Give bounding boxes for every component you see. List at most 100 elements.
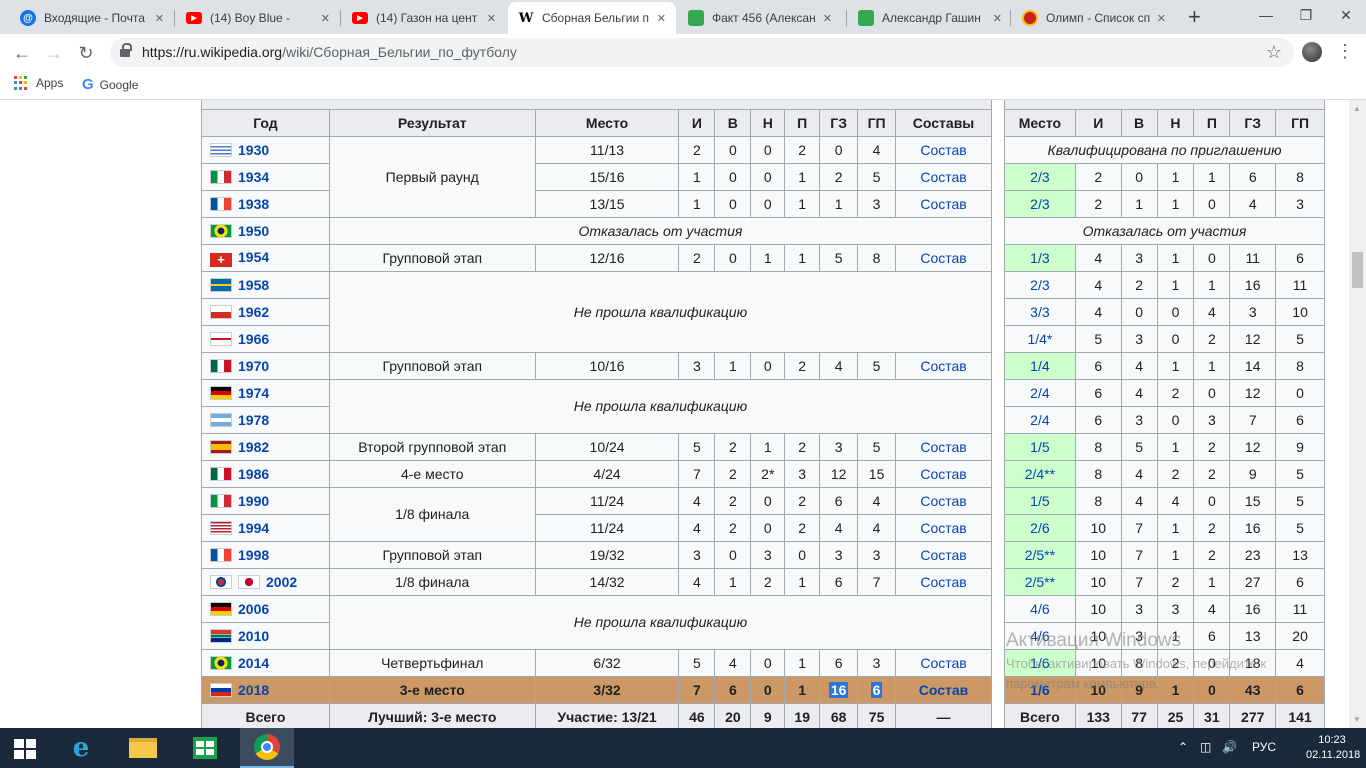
q-place-link[interactable]: 2/3 xyxy=(1030,169,1049,185)
q-place-link[interactable]: 2/5** xyxy=(1025,574,1055,590)
bookmark-apps[interactable]: Apps xyxy=(14,76,63,90)
year-link[interactable]: 1994 xyxy=(238,520,269,536)
year-link[interactable]: 1970 xyxy=(238,358,269,374)
q-place-link[interactable]: 1/5 xyxy=(1030,493,1049,509)
menu-icon[interactable]: ⋮ xyxy=(1336,42,1354,60)
browser-tab[interactable]: ▶ (14) Boy Blue - ✕ xyxy=(176,2,340,34)
volume-icon[interactable]: 🔊 xyxy=(1222,740,1237,754)
year-link[interactable]: 1958 xyxy=(238,277,269,293)
year-link[interactable]: 1986 xyxy=(238,466,269,482)
windows-start-icon[interactable] xyxy=(14,739,36,759)
close-window-button[interactable]: ✕ xyxy=(1326,0,1366,30)
total-row: Всего Лучший: 3-е место Участие: 13/21 46 20… xyxy=(201,702,992,728)
stat-cell: 1 xyxy=(784,162,821,191)
restore-button[interactable]: ❐ xyxy=(1286,0,1326,30)
q-place-link[interactable]: 2/5** xyxy=(1025,547,1055,563)
year-link[interactable]: 1998 xyxy=(238,547,269,563)
page-scrollbar[interactable]: ▲ ▼ xyxy=(1349,100,1366,728)
year-link[interactable]: 1962 xyxy=(238,304,269,320)
year-link[interactable]: 1934 xyxy=(238,169,269,185)
year-link[interactable]: 2002 xyxy=(266,574,297,590)
squad-link[interactable]: Состав xyxy=(920,655,966,671)
q-place-link[interactable]: 2/3 xyxy=(1030,196,1049,212)
scroll-up-arrow-icon[interactable]: ▲ xyxy=(1353,104,1361,113)
clock[interactable]: 10:23 02.11.2018 xyxy=(1306,733,1360,763)
squad-link[interactable]: Состав xyxy=(920,520,966,536)
browser-tab[interactable]: ▶ (14) Газон на цент ✕ xyxy=(342,2,506,34)
year-link[interactable]: 2010 xyxy=(238,628,269,644)
squad-link[interactable]: Состав xyxy=(920,466,966,482)
result-cell: 1/8 финала xyxy=(328,486,536,542)
q-place-link[interactable]: 2/4** xyxy=(1025,466,1055,482)
q-place-link[interactable]: 3/3 xyxy=(1030,304,1049,320)
squad-link[interactable]: Состав xyxy=(920,547,966,563)
forward-button[interactable]: → xyxy=(42,41,66,65)
year-link[interactable]: 2006 xyxy=(238,601,269,617)
q-place-link[interactable]: 1/5 xyxy=(1030,439,1049,455)
year-link[interactable]: 1966 xyxy=(238,331,269,347)
close-tab-icon[interactable]: ✕ xyxy=(487,12,496,25)
squad-link[interactable]: Состав xyxy=(920,250,966,266)
address-bar[interactable]: https://ru.wikipedia.org/wiki/Сборная_Бе… xyxy=(110,38,1294,67)
tray-arrow-icon[interactable]: ⌃ xyxy=(1178,740,1188,754)
squad-link[interactable]: Состав xyxy=(920,142,966,158)
language-indicator[interactable]: РУС xyxy=(1252,740,1276,754)
browser-tab[interactable]: Александр Гашин ✕ xyxy=(848,2,1012,34)
scroll-down-arrow-icon[interactable]: ▼ xyxy=(1353,715,1361,724)
reload-button[interactable]: ↻ xyxy=(74,41,98,65)
year-cell: 1930 xyxy=(201,135,330,164)
minimize-button[interactable]: — xyxy=(1246,0,1286,30)
chrome-icon[interactable] xyxy=(240,728,294,768)
network-icon[interactable]: ◫ xyxy=(1200,740,1211,754)
close-tab-icon[interactable]: ✕ xyxy=(657,12,666,25)
close-tab-icon[interactable]: ✕ xyxy=(993,12,1002,25)
column-header: И xyxy=(678,108,716,137)
close-tab-icon[interactable]: ✕ xyxy=(321,12,330,25)
close-tab-icon[interactable]: ✕ xyxy=(1157,12,1166,25)
q-place-link[interactable]: 1/3 xyxy=(1030,250,1049,266)
internet-explorer-icon[interactable]: e xyxy=(54,728,108,768)
year-link[interactable]: 1974 xyxy=(238,385,269,401)
year-link[interactable]: 2014 xyxy=(238,655,269,671)
q-stat-cell: 4 xyxy=(1120,378,1158,407)
close-tab-icon[interactable]: ✕ xyxy=(823,12,832,25)
year-link[interactable]: 1938 xyxy=(238,196,269,212)
squad-link[interactable]: Состав xyxy=(920,574,966,590)
file-explorer-icon[interactable] xyxy=(116,728,170,768)
q-place-link[interactable]: 2/4 xyxy=(1030,385,1049,401)
year-link[interactable]: 1954 xyxy=(238,249,269,265)
stat-cell: 4 xyxy=(819,351,859,380)
q-place-link[interactable]: 4/6 xyxy=(1030,601,1049,617)
store-icon[interactable] xyxy=(178,728,232,768)
profile-avatar[interactable] xyxy=(1302,42,1322,62)
q-place-link[interactable]: 2/3 xyxy=(1030,277,1049,293)
bookmark-star-icon[interactable]: ☆ xyxy=(1266,42,1282,63)
year-link[interactable]: 1978 xyxy=(238,412,269,428)
browser-tab[interactable]: Факт 456 (Алексан ✕ xyxy=(678,2,842,34)
squad-link[interactable]: Состав xyxy=(920,169,966,185)
q-total-stat: 31 xyxy=(1193,702,1231,728)
scroll-thumb[interactable] xyxy=(1352,252,1363,288)
year-link[interactable]: 1950 xyxy=(238,223,269,239)
back-button[interactable]: ← xyxy=(10,41,34,65)
q-place-link[interactable]: 2/4 xyxy=(1030,412,1049,428)
new-tab-button[interactable]: + xyxy=(1188,6,1201,28)
browser-tab[interactable]: Олимп - Список сп ✕ xyxy=(1012,2,1176,34)
bookmark-google[interactable]: G Google xyxy=(82,76,138,93)
squad-link[interactable]: Состав xyxy=(919,682,969,698)
squad-link[interactable]: Состав xyxy=(920,439,966,455)
browser-tab[interactable]: W Сборная Бельгии п ✕ xyxy=(508,2,676,34)
squad-link[interactable]: Состав xyxy=(920,493,966,509)
close-tab-icon[interactable]: ✕ xyxy=(155,12,164,25)
year-link[interactable]: 1982 xyxy=(238,439,269,455)
year-link[interactable]: 1990 xyxy=(238,493,269,509)
year-link[interactable]: 1930 xyxy=(238,142,269,158)
q-place-link[interactable]: 1/4* xyxy=(1027,331,1052,347)
table-row: 2006 Не прошла квалификацию xyxy=(201,594,993,650)
browser-tab[interactable]: @ Входящие - Почта ✕ xyxy=(10,2,174,34)
squad-link[interactable]: Состав xyxy=(920,196,966,212)
year-link[interactable]: 2018 xyxy=(238,682,269,698)
q-place-link[interactable]: 1/4 xyxy=(1030,358,1049,374)
squad-link[interactable]: Состав xyxy=(920,358,966,374)
q-place-link[interactable]: 2/6 xyxy=(1030,520,1049,536)
